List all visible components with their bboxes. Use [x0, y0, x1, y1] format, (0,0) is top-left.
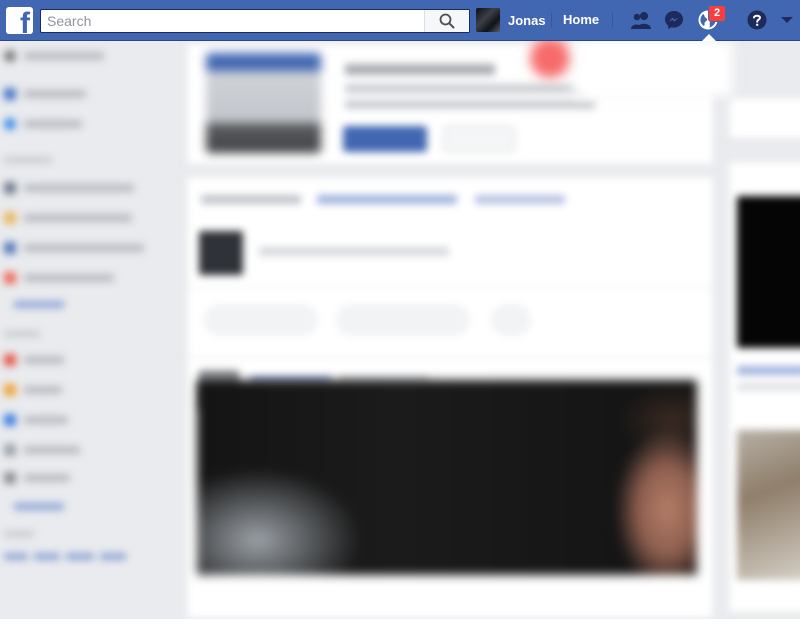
caret-down-icon	[781, 17, 793, 23]
profile-link[interactable]: Jonas	[476, 8, 546, 32]
sidebar-item	[4, 271, 114, 285]
dropdown-pointer	[702, 34, 716, 41]
sidebar-section	[4, 153, 52, 167]
sidebar-item	[4, 443, 80, 457]
sidebar-item	[4, 353, 64, 367]
profile-name: Jonas	[508, 12, 546, 28]
sidebar-item	[4, 87, 86, 101]
search-input[interactable]	[41, 10, 425, 32]
right-card	[728, 161, 800, 613]
right-card	[728, 97, 800, 139]
sidebar-links	[4, 549, 126, 563]
sidebar-item	[4, 241, 144, 255]
home-link[interactable]: Home	[563, 12, 599, 27]
sidebar-section	[4, 327, 40, 341]
sidebar-item	[4, 211, 132, 225]
friend-requests-button[interactable]	[628, 8, 654, 32]
divider	[612, 13, 613, 28]
sidebar-section	[4, 527, 34, 541]
divider	[551, 13, 552, 28]
avatar	[476, 8, 500, 32]
blurred-dropdown	[572, 40, 734, 97]
right-column	[722, 41, 800, 613]
sidebar-link	[14, 499, 64, 513]
sidebar-item	[4, 117, 82, 131]
messenger-icon	[665, 11, 683, 29]
logo-letter: f	[20, 7, 30, 35]
left-sidebar	[0, 41, 175, 610]
account-menu-button[interactable]	[774, 8, 800, 32]
friend-requests-icon	[631, 12, 651, 29]
facebook-logo[interactable]: f	[6, 7, 33, 34]
search-icon	[439, 13, 455, 29]
promo-image	[206, 53, 321, 153]
sidebar-item	[4, 181, 134, 195]
post-photo	[197, 380, 697, 575]
sidebar-item	[4, 471, 70, 485]
sidebar-item	[4, 413, 68, 427]
top-navigation-bar: f Jonas Home	[0, 0, 800, 41]
sidebar-item	[4, 383, 62, 397]
sidebar-link	[14, 297, 64, 311]
help-icon	[747, 10, 767, 30]
search-button[interactable]	[424, 10, 469, 32]
help-button[interactable]	[744, 8, 770, 32]
sidebar-item	[4, 49, 104, 63]
search-box	[40, 9, 470, 33]
blurred-notification-graphic	[530, 38, 570, 78]
notification-count-badge: 2	[708, 5, 726, 22]
messenger-button[interactable]	[661, 8, 687, 32]
